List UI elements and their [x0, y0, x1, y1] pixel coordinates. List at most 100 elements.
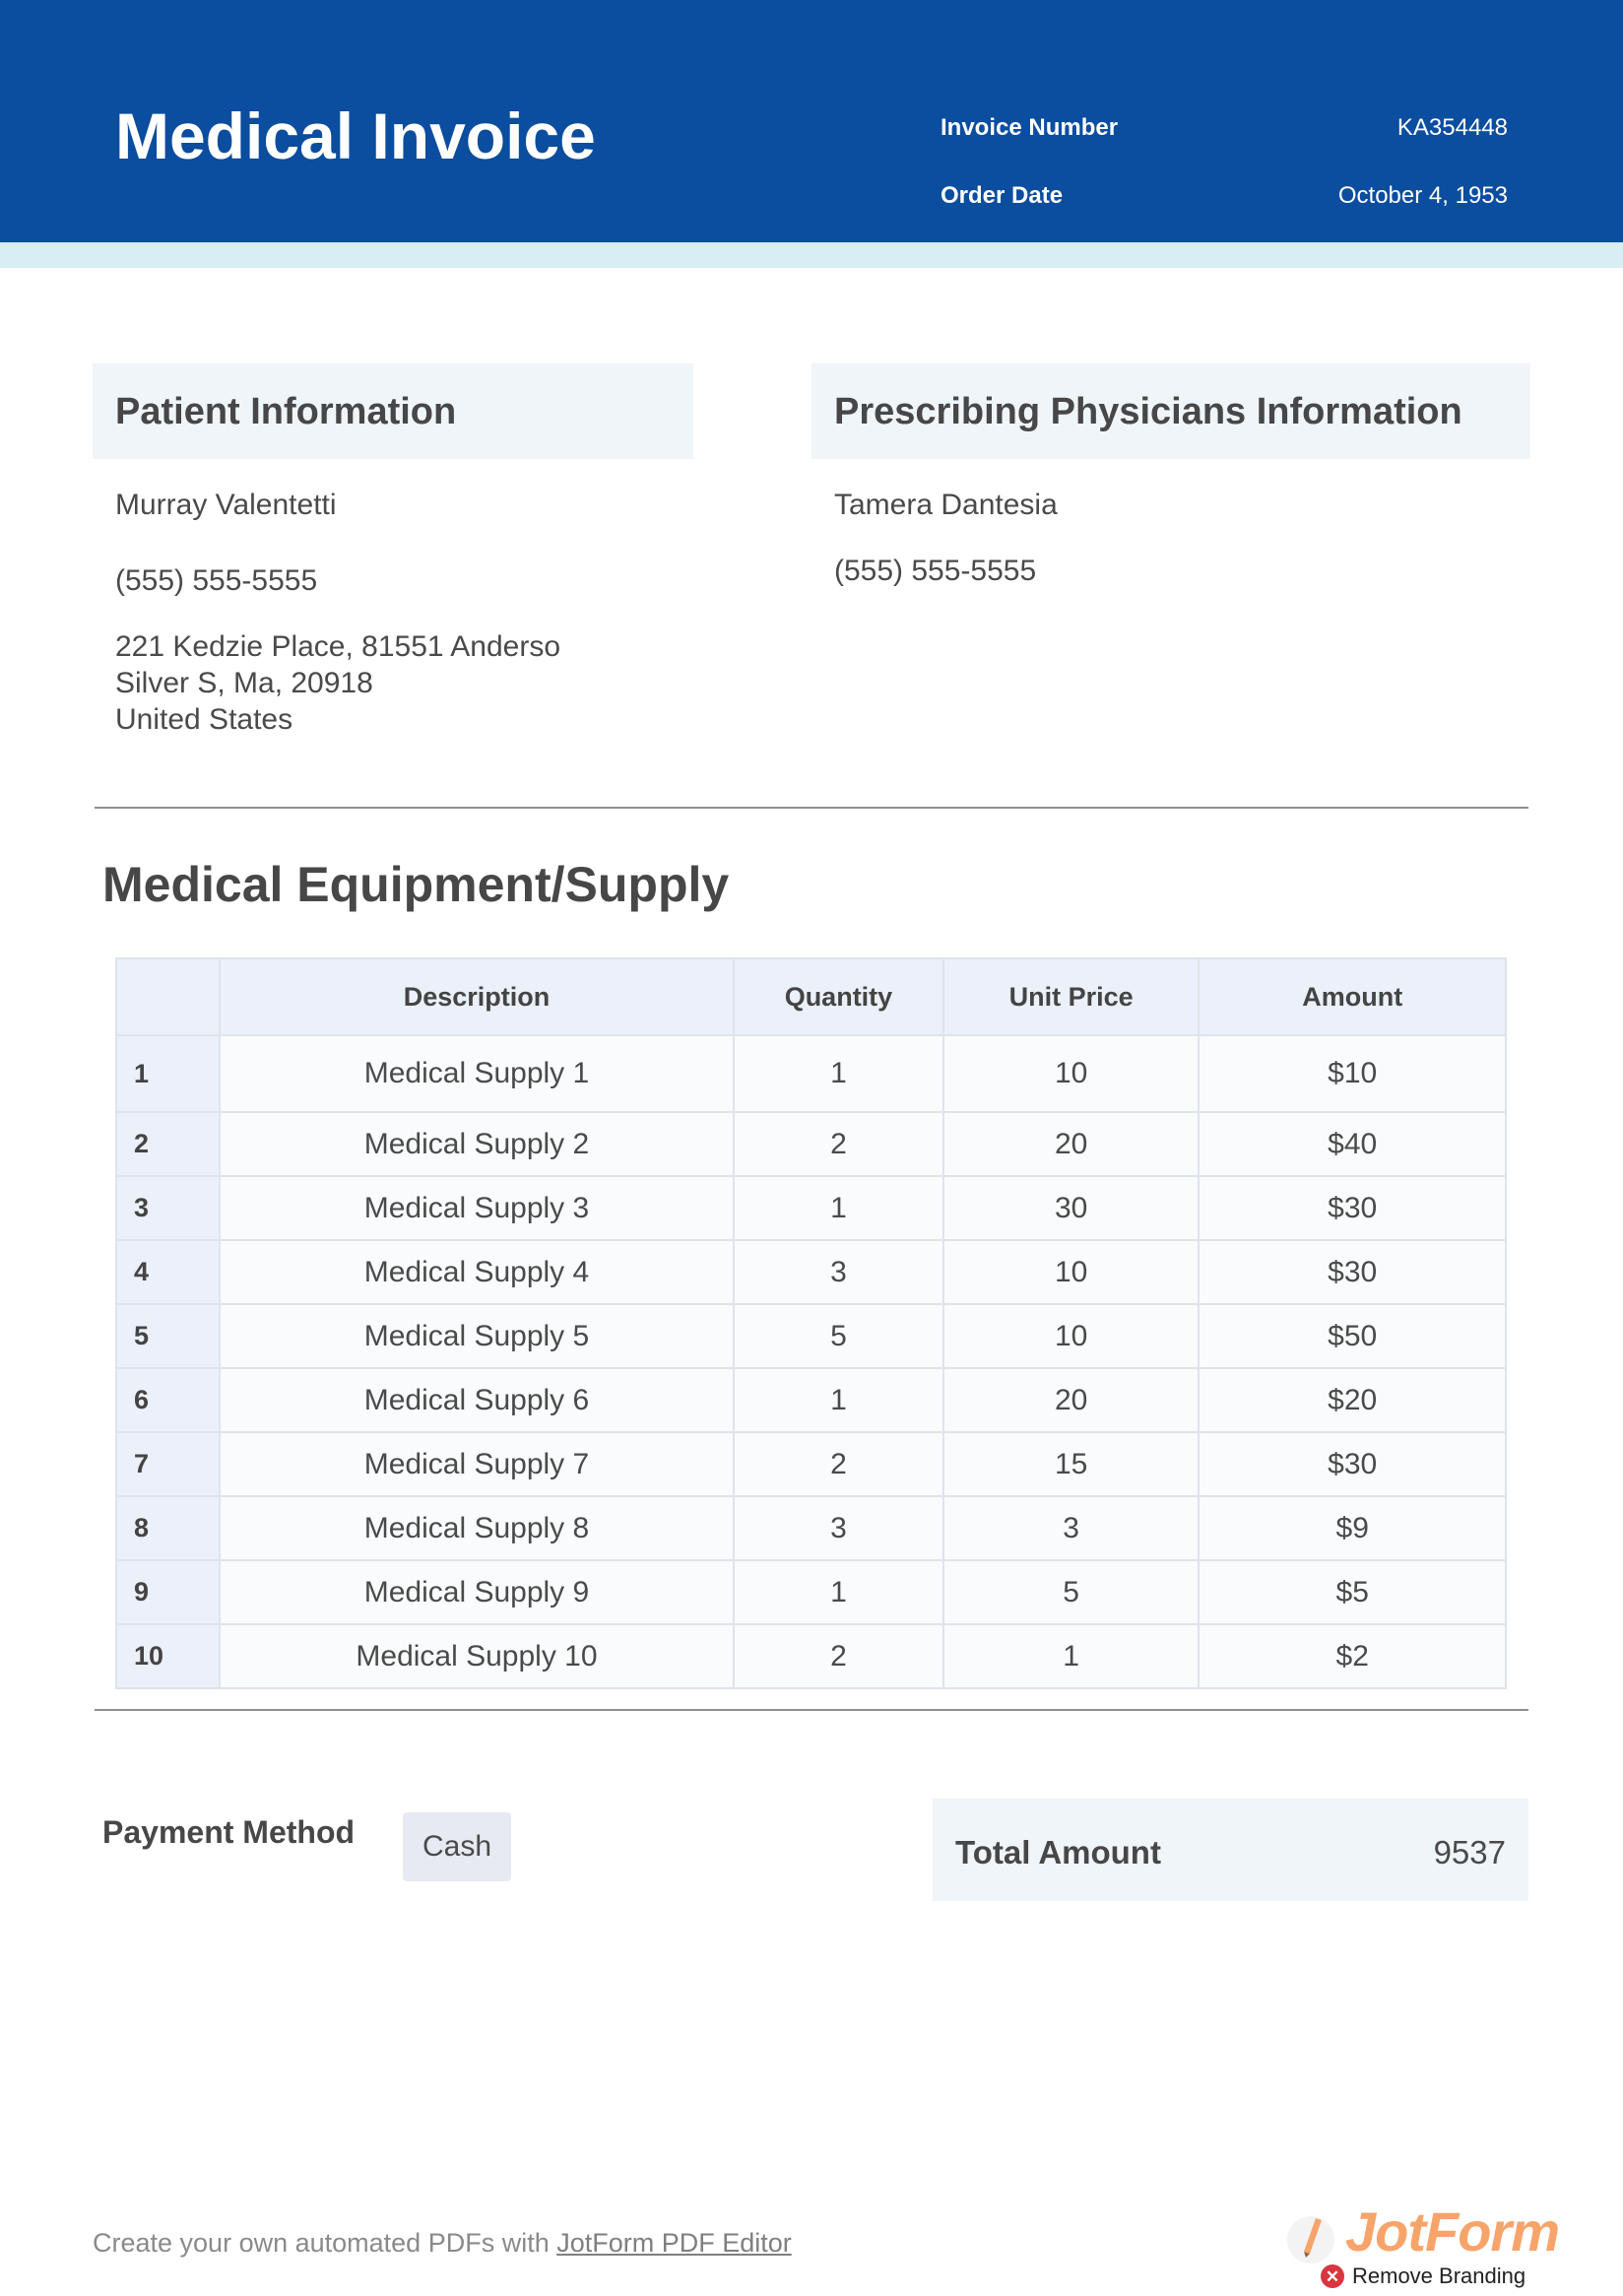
row-quantity: 5	[733, 1303, 944, 1369]
row-description: Medical Supply 6	[218, 1367, 736, 1433]
column-header-quantity: Quantity	[733, 957, 944, 1036]
remove-branding-label: Remove Branding	[1352, 2263, 1526, 2288]
column-header-amount: Amount	[1198, 957, 1507, 1036]
invoice-number-label: Invoice Number	[941, 114, 1119, 141]
row-unit-price: 10	[941, 1034, 1201, 1113]
table-row: 3 Medical Supply 3 1 30 $30	[115, 1175, 1507, 1241]
patient-address-line-2: Silver S, Ma, 20918	[115, 667, 373, 699]
row-amount: $10	[1198, 1034, 1507, 1113]
row-quantity: 3	[733, 1495, 944, 1561]
row-number: 7	[115, 1431, 221, 1497]
table-row: 9 Medical Supply 9 1 5 $5	[115, 1559, 1507, 1625]
row-amount: $30	[1198, 1431, 1507, 1497]
table-row: 5 Medical Supply 5 5 10 $50	[115, 1303, 1507, 1369]
row-unit-price: 10	[941, 1239, 1201, 1305]
jotform-pencil-icon	[1287, 2216, 1334, 2263]
row-unit-price: 1	[941, 1623, 1201, 1689]
row-quantity: 1	[733, 1367, 944, 1433]
row-description: Medical Supply 1	[218, 1034, 736, 1113]
row-unit-price: 20	[941, 1367, 1201, 1433]
row-quantity: 1	[733, 1175, 944, 1241]
row-unit-price: 15	[941, 1431, 1201, 1497]
physician-info-heading-box: Prescribing Physicians Information	[812, 363, 1530, 459]
footer-promo: Create your own automated PDFs with JotF…	[93, 2228, 792, 2259]
row-amount: $30	[1198, 1239, 1507, 1305]
physician-name: Tamera Dantesia	[834, 489, 1058, 521]
row-amount: $40	[1198, 1111, 1507, 1177]
row-unit-price: 3	[941, 1495, 1201, 1561]
row-number: 3	[115, 1175, 221, 1241]
table-bottom-divider	[95, 1709, 1528, 1711]
table-row: 1 Medical Supply 1 1 10 $10	[115, 1034, 1507, 1113]
row-description: Medical Supply 9	[218, 1559, 736, 1625]
row-description: Medical Supply 7	[218, 1431, 736, 1497]
row-quantity: 3	[733, 1239, 944, 1305]
row-number: 5	[115, 1303, 221, 1369]
patient-address: 221 Kedzie Place, 81551 Anderso Silver S…	[115, 628, 560, 738]
equipment-table: Description Quantity Unit Price Amount 1…	[115, 957, 1507, 1689]
table-row: 8 Medical Supply 8 3 3 $9	[115, 1495, 1507, 1561]
payment-method-label: Payment Method	[102, 1814, 356, 1850]
row-quantity: 1	[733, 1559, 944, 1625]
row-number: 4	[115, 1239, 221, 1305]
total-amount-label: Total Amount	[955, 1834, 1161, 1870]
row-quantity: 2	[733, 1431, 944, 1497]
row-quantity: 2	[733, 1623, 944, 1689]
equipment-heading: Medical Equipment/Supply	[102, 857, 730, 912]
row-number: 2	[115, 1111, 221, 1177]
patient-address-line-1: 221 Kedzie Place, 81551 Anderso	[115, 630, 561, 663]
row-number: 8	[115, 1495, 221, 1561]
column-header-unit-price: Unit Price	[941, 957, 1201, 1036]
row-description: Medical Supply 2	[218, 1111, 736, 1177]
total-amount-value: 9537	[1433, 1834, 1506, 1870]
physician-phone: (555) 555-5555	[834, 555, 1037, 587]
row-unit-price: 30	[941, 1175, 1201, 1241]
patient-info-heading: Patient Information	[115, 391, 457, 432]
row-number: 1	[115, 1034, 221, 1113]
row-description: Medical Supply 8	[218, 1495, 736, 1561]
row-amount: $50	[1198, 1303, 1507, 1369]
table-row: 10 Medical Supply 10 2 1 $2	[115, 1623, 1507, 1689]
row-description: Medical Supply 5	[218, 1303, 736, 1369]
column-header-description: Description	[218, 957, 736, 1036]
row-number: 9	[115, 1559, 221, 1625]
row-description: Medical Supply 3	[218, 1175, 736, 1241]
invoice-title: Medical Invoice	[115, 99, 596, 172]
row-number: 10	[115, 1623, 221, 1689]
remove-branding-button[interactable]: ✕ Remove Branding	[1321, 2263, 1526, 2289]
row-unit-price: 20	[941, 1111, 1201, 1177]
row-quantity: 2	[733, 1111, 944, 1177]
row-unit-price: 10	[941, 1303, 1201, 1369]
physician-info-heading: Prescribing Physicians Information	[834, 391, 1462, 432]
jotform-pdf-editor-link[interactable]: JotForm PDF Editor	[556, 2228, 792, 2258]
table-row: 4 Medical Supply 4 3 10 $30	[115, 1239, 1507, 1305]
row-amount: $5	[1198, 1559, 1507, 1625]
section-divider	[95, 807, 1528, 809]
row-amount: $9	[1198, 1495, 1507, 1561]
order-date-label: Order Date	[941, 182, 1064, 209]
total-amount-box: Total Amount 9537	[933, 1799, 1528, 1901]
row-description: Medical Supply 4	[218, 1239, 736, 1305]
order-date-value: October 4, 1953	[1337, 182, 1508, 209]
row-number: 6	[115, 1367, 221, 1433]
patient-phone: (555) 555-5555	[115, 564, 318, 597]
table-row: 7 Medical Supply 7 2 15 $30	[115, 1431, 1507, 1497]
header-accent-stripe	[0, 242, 1623, 268]
row-description: Medical Supply 10	[218, 1623, 736, 1689]
invoice-header: Medical Invoice Invoice Number KA354448 …	[0, 0, 1623, 242]
table-header-row: Description Quantity Unit Price Amount	[115, 957, 1507, 1036]
patient-info-heading-box: Patient Information	[93, 363, 693, 459]
payment-method-value: Cash	[403, 1812, 511, 1881]
close-circle-icon: ✕	[1321, 2264, 1344, 2288]
row-quantity: 1	[733, 1034, 944, 1113]
table-row: 2 Medical Supply 2 2 20 $40	[115, 1111, 1507, 1177]
jotform-logo-text: JotForm	[1345, 2200, 1560, 2263]
row-amount: $30	[1198, 1175, 1507, 1241]
patient-name: Murray Valentetti	[115, 489, 337, 521]
row-amount: $2	[1198, 1623, 1507, 1689]
row-unit-price: 5	[941, 1559, 1201, 1625]
row-amount: $20	[1198, 1367, 1507, 1433]
column-header-number	[115, 957, 221, 1036]
footer-promo-text: Create your own automated PDFs with	[93, 2228, 557, 2258]
invoice-number-value: KA354448	[1396, 114, 1508, 141]
